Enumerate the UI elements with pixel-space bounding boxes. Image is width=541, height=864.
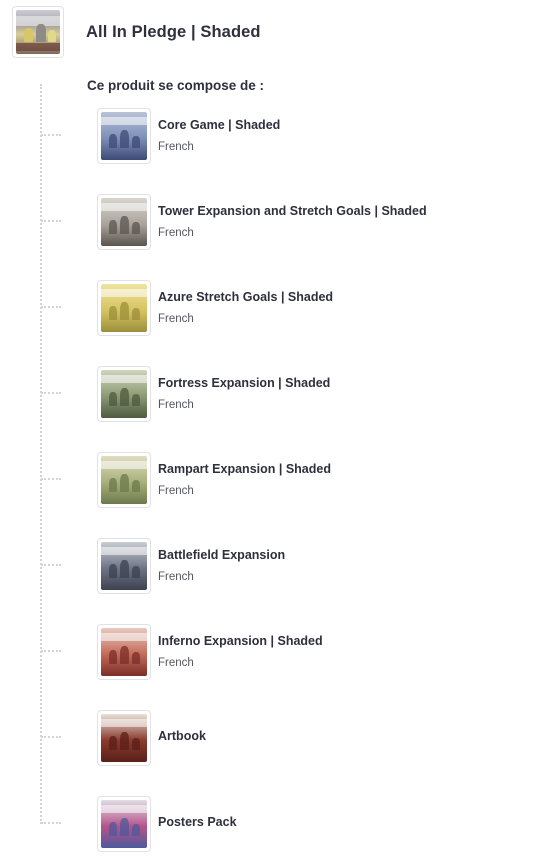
tree-connector xyxy=(41,392,61,394)
tree-connector xyxy=(41,822,61,824)
product-image xyxy=(101,370,147,418)
product-name: Core Game | Shaded xyxy=(158,118,281,132)
product-image xyxy=(101,628,147,676)
pledge-box-image xyxy=(16,10,60,54)
product-name: Fortress Expansion | Shaded xyxy=(158,376,331,390)
product-image xyxy=(101,198,147,246)
product-language: French xyxy=(158,657,194,669)
product-thumbnail[interactable] xyxy=(97,710,151,766)
tree-connector xyxy=(41,478,61,480)
product-name: Artbook xyxy=(158,729,206,743)
product-image xyxy=(101,800,147,848)
list-item[interactable]: Rampart Expansion | Shaded French xyxy=(41,452,331,508)
product-thumbnail[interactable] xyxy=(97,194,151,250)
tree-connector xyxy=(41,306,61,308)
product-name: Azure Stretch Goals | Shaded xyxy=(158,290,334,304)
tree-connector xyxy=(41,650,61,652)
list-item[interactable]: Azure Stretch Goals | Shaded French xyxy=(41,280,334,336)
pledge-header: All In Pledge | Shaded xyxy=(12,6,261,58)
product-language: French xyxy=(158,485,194,497)
product-language: French xyxy=(158,399,194,411)
list-item[interactable]: Posters Pack xyxy=(41,796,237,852)
product-name: Tower Expansion and Stretch Goals | Shad… xyxy=(158,204,427,218)
product-language: French xyxy=(158,141,194,153)
tree-connector xyxy=(41,564,61,566)
list-item[interactable]: Core Game | Shaded French xyxy=(41,108,281,164)
product-thumbnail[interactable] xyxy=(97,108,151,164)
tree-connector xyxy=(41,220,61,222)
list-item[interactable]: Battlefield Expansion French xyxy=(41,538,286,594)
list-item[interactable]: Fortress Expansion | Shaded French xyxy=(41,366,331,422)
product-image xyxy=(101,284,147,332)
product-name: Inferno Expansion | Shaded xyxy=(158,634,323,648)
product-thumbnail[interactable] xyxy=(97,538,151,594)
tree-connector xyxy=(41,134,61,136)
product-image xyxy=(101,112,147,160)
product-name: Rampart Expansion | Shaded xyxy=(158,462,331,476)
product-language: French xyxy=(158,227,194,239)
product-thumbnail[interactable] xyxy=(97,280,151,336)
tree-line xyxy=(40,84,42,824)
product-name: Posters Pack xyxy=(158,815,237,829)
product-language: French xyxy=(158,313,194,325)
list-item[interactable]: Inferno Expansion | Shaded French xyxy=(41,624,323,680)
pledge-thumbnail[interactable] xyxy=(12,6,64,58)
product-thumbnail[interactable] xyxy=(97,366,151,422)
product-language: French xyxy=(158,571,194,583)
product-image xyxy=(101,714,147,762)
page-title: All In Pledge | Shaded xyxy=(86,22,261,41)
list-item[interactable]: Artbook xyxy=(41,710,206,766)
tree-connector xyxy=(41,736,61,738)
contents-label: Ce produit se compose de : xyxy=(87,78,265,93)
product-thumbnail[interactable] xyxy=(97,624,151,680)
product-image xyxy=(101,456,147,504)
product-image xyxy=(101,542,147,590)
list-item[interactable]: Tower Expansion and Stretch Goals | Shad… xyxy=(41,194,427,250)
product-name: Battlefield Expansion xyxy=(158,548,286,562)
product-thumbnail[interactable] xyxy=(97,452,151,508)
product-thumbnail[interactable] xyxy=(97,796,151,852)
